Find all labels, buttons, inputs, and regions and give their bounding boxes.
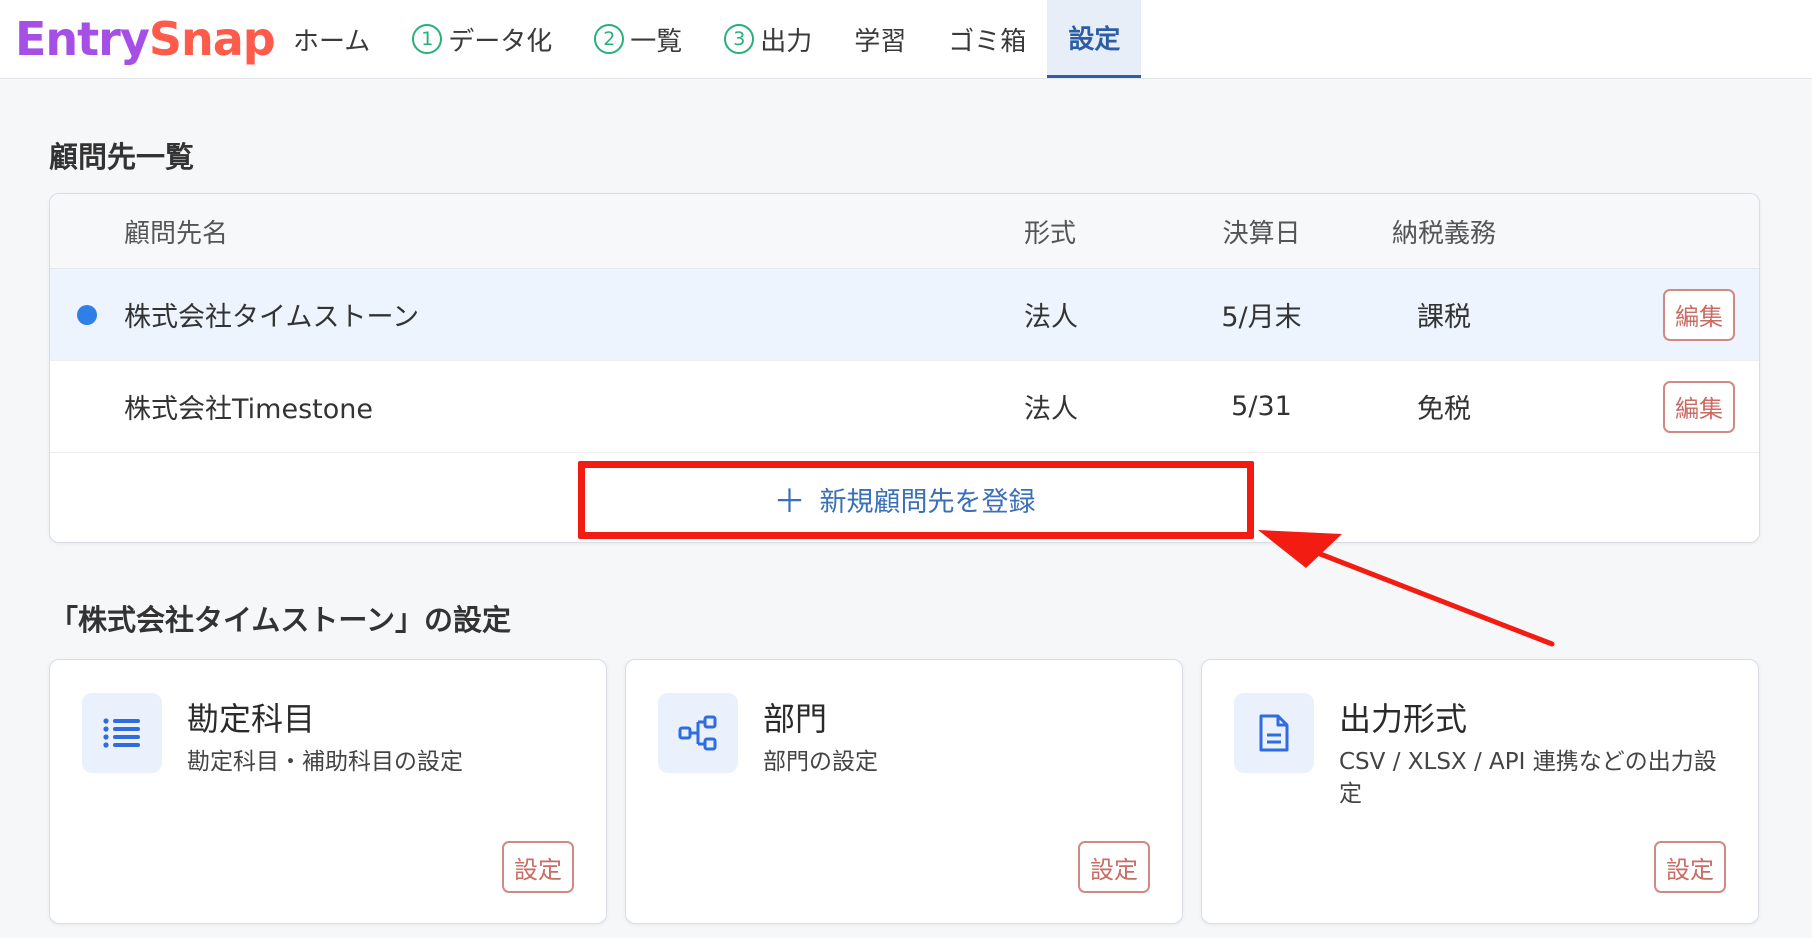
card-description: CSV / XLSX / API 連携などの出力設定 bbox=[1339, 749, 1717, 807]
header-closing: 決算日 bbox=[1222, 218, 1301, 249]
header-name: 顧問先名 bbox=[124, 218, 229, 249]
step1-badge: 1 bbox=[412, 24, 443, 54]
nav-step1-label: データ化 bbox=[448, 26, 553, 57]
add-client-button[interactable]: ＋ 新規顧問先を登録 bbox=[50, 454, 1759, 542]
header-tax: 納税義務 bbox=[1391, 218, 1496, 249]
nav-learning-label: 学習 bbox=[854, 26, 907, 57]
nav-step2-list[interactable]: 2 一覧 bbox=[573, 0, 703, 78]
nav-step2-label: 一覧 bbox=[630, 26, 683, 57]
list-icon bbox=[82, 693, 162, 773]
edit-button[interactable]: 編集 bbox=[1663, 288, 1735, 341]
row-client-name: 株式会社Timestone bbox=[124, 394, 373, 425]
document-icon bbox=[1234, 693, 1314, 773]
output-format-settings-button[interactable]: 設定 bbox=[1654, 841, 1726, 893]
nav-home[interactable]: ホーム bbox=[272, 0, 391, 78]
departments-settings-button[interactable]: 設定 bbox=[1078, 841, 1150, 893]
table-row-selected[interactable]: 株式会社タイムストーン 法人 5/月末 課税 編集 bbox=[50, 269, 1759, 361]
client-settings-title: 「株式会社タイムストーン」の設定 bbox=[49, 603, 511, 637]
nav-step3-output[interactable]: 3 出力 bbox=[703, 0, 833, 78]
org-chart-icon bbox=[658, 693, 738, 773]
row-actions: 編集 bbox=[1539, 380, 1759, 433]
add-client-label: 新規顧問先を登録 bbox=[819, 486, 1036, 518]
nav-home-label: ホーム bbox=[293, 26, 371, 57]
row-client-closing: 5/月末 bbox=[1221, 302, 1302, 333]
nav-trash[interactable]: ゴミ箱 bbox=[927, 0, 1047, 78]
plus-icon: ＋ bbox=[773, 482, 806, 520]
step2-badge: 2 bbox=[594, 24, 625, 54]
row-client-tax: 課税 bbox=[1417, 302, 1471, 333]
logo-text-entry: Entry bbox=[15, 12, 150, 66]
card-description: 部門の設定 bbox=[763, 749, 878, 775]
row-actions: 編集 bbox=[1539, 288, 1759, 341]
card-title: 勘定科目 bbox=[187, 700, 316, 738]
logo-text-snap: Snap bbox=[148, 12, 276, 66]
row-client-tax: 免税 bbox=[1417, 394, 1471, 425]
clients-table: 顧問先名 形式 決算日 納税義務 株式会社タイムストーン 法人 5/月末 課税 … bbox=[49, 193, 1760, 543]
selected-dot-icon bbox=[77, 304, 97, 325]
row-client-type: 法人 bbox=[1024, 394, 1078, 425]
nav-settings-label: 設定 bbox=[1068, 25, 1121, 55]
nav-settings[interactable]: 設定 bbox=[1047, 0, 1142, 78]
top-nav-bar: Entry Snap ホーム 1 データ化 2 一覧 3 出力 学習 ゴミ箱 設定 bbox=[0, 0, 1812, 79]
settings-card-accounts: 勘定科目 勘定科目・補助科目の設定 設定 bbox=[49, 659, 607, 924]
edit-button[interactable]: 編集 bbox=[1663, 380, 1735, 433]
card-title: 部門 bbox=[763, 700, 828, 738]
row-client-closing: 5/31 bbox=[1231, 391, 1292, 422]
main-nav: ホーム 1 データ化 2 一覧 3 出力 学習 ゴミ箱 設定 bbox=[272, 0, 1142, 78]
nav-step3-label: 出力 bbox=[760, 26, 813, 57]
step3-badge: 3 bbox=[724, 24, 755, 54]
settings-card-output-format: 出力形式 CSV / XLSX / API 連携などの出力設定 設定 bbox=[1201, 659, 1759, 924]
header-type: 形式 bbox=[1024, 218, 1077, 249]
nav-learning[interactable]: 学習 bbox=[833, 0, 927, 78]
nav-trash-label: ゴミ箱 bbox=[948, 26, 1027, 57]
app-logo[interactable]: Entry Snap bbox=[0, 0, 276, 78]
clients-section-title: 顧問先一覧 bbox=[49, 140, 195, 174]
accounts-settings-button[interactable]: 設定 bbox=[502, 841, 574, 893]
table-header: 顧問先名 形式 決算日 納税義務 bbox=[50, 194, 1759, 269]
nav-step1-digitize[interactable]: 1 データ化 bbox=[391, 0, 573, 78]
settings-card-departments: 部門 部門の設定 設定 bbox=[625, 659, 1183, 924]
table-row[interactable]: 株式会社Timestone 法人 5/31 免税 編集 bbox=[50, 361, 1759, 453]
row-client-type: 法人 bbox=[1024, 302, 1078, 333]
card-title: 出力形式 bbox=[1339, 700, 1468, 738]
row-client-name: 株式会社タイムストーン bbox=[124, 302, 420, 333]
row-indicator bbox=[50, 304, 124, 325]
card-description: 勘定科目・補助科目の設定 bbox=[187, 749, 463, 775]
